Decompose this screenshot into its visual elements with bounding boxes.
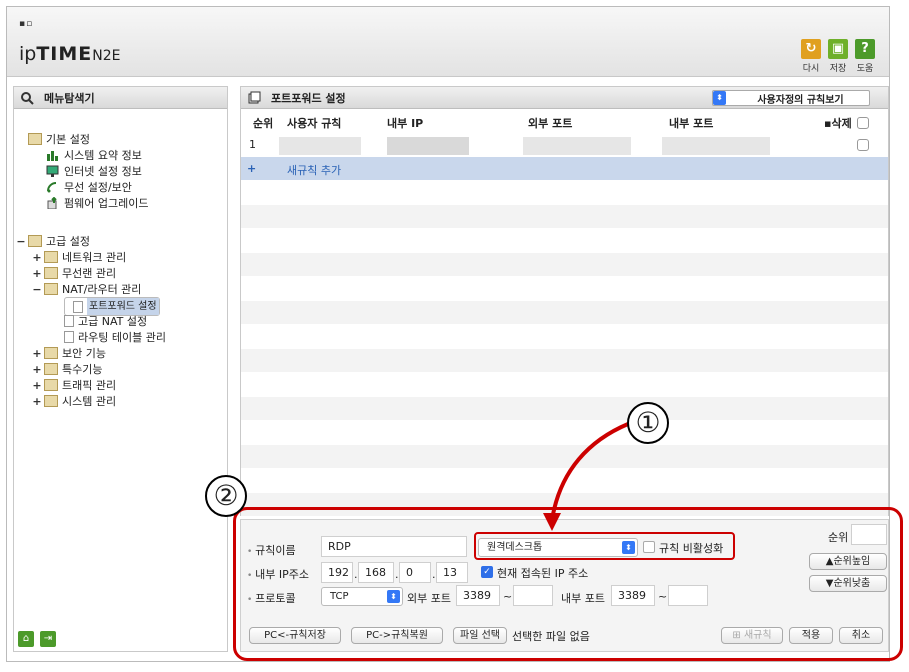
annotation-marker-one: ①: [627, 402, 669, 444]
annotation-arrow: [543, 422, 629, 531]
annotation-marker-two: ②: [205, 475, 247, 517]
